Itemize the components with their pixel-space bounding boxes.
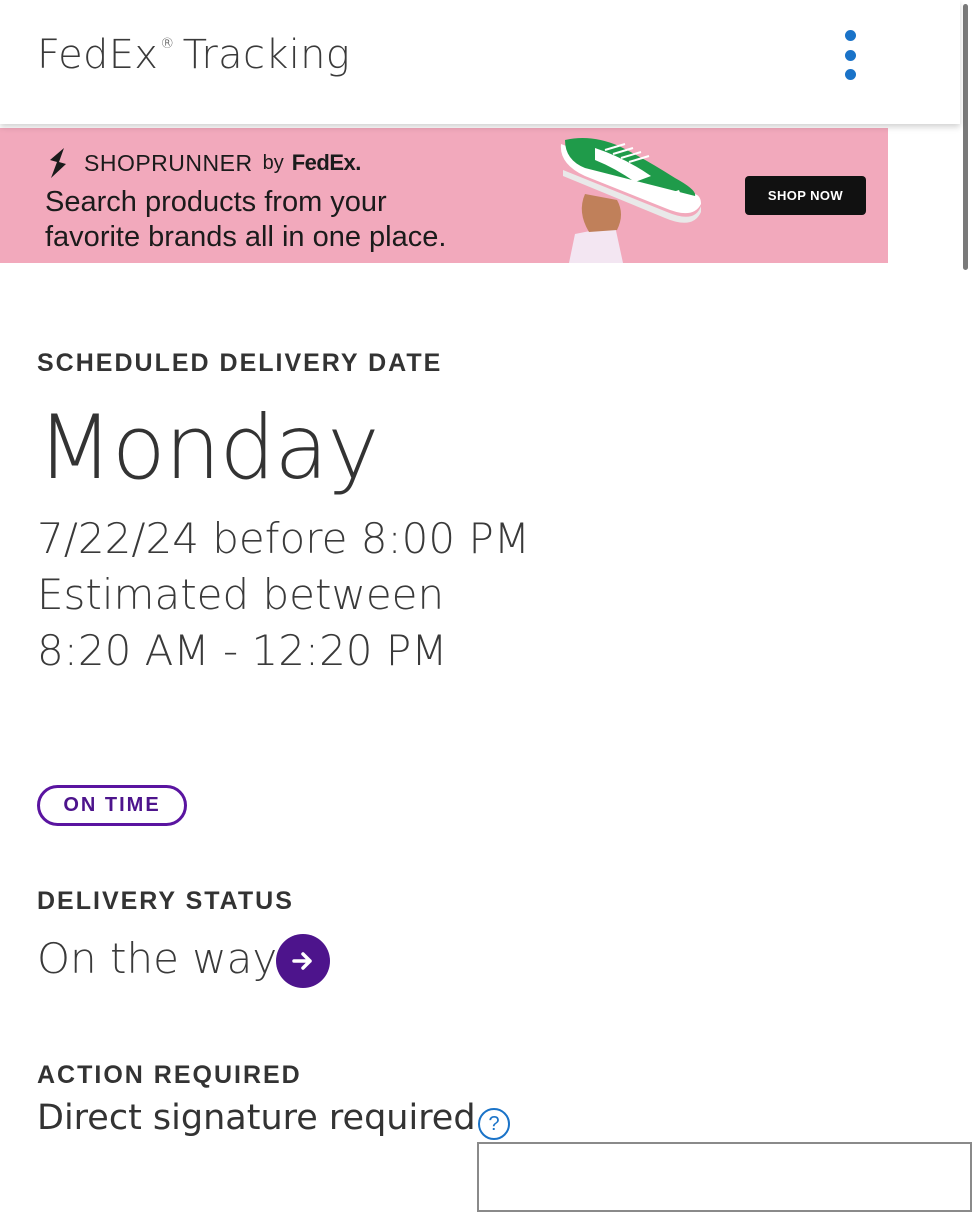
shoprunner-ad-banner[interactable]: SHOPRUNNER by FedEx. Search products fro…	[0, 128, 888, 263]
arrow-right-icon	[292, 952, 312, 970]
shoprunner-logo-icon	[50, 148, 66, 178]
delivery-status-label: DELIVERY STATUS	[37, 887, 294, 915]
banner-line-2: favorite brands all in one place.	[45, 221, 447, 253]
scrollbar-thumb[interactable]	[963, 4, 968, 270]
app-bar: FedEx ® Tracking	[0, 0, 960, 124]
menu-dot	[844, 49, 856, 61]
delivery-day: Monday	[37, 396, 379, 499]
registered-mark: ®	[160, 36, 175, 52]
scrollbar[interactable]	[960, 0, 972, 1200]
estimate-label: Estimated between	[37, 570, 445, 619]
menu-dot	[844, 30, 856, 41]
banner-partner: FedEx.	[291, 150, 362, 175]
more-vertical-icon[interactable]	[838, 30, 862, 80]
help-circle-icon[interactable]: ?	[478, 1108, 510, 1140]
app-title-suffix: Tracking	[182, 32, 351, 78]
action-required-label: ACTION REQUIRED	[37, 1061, 302, 1089]
signature-requirement: Direct signature required	[37, 1098, 476, 1138]
scheduled-delivery-label: SCHEDULED DELIVERY DATE	[37, 349, 443, 377]
menu-dot	[844, 69, 856, 80]
delivery-window: 8:20 AM - 12:20 PM	[37, 626, 448, 675]
app-title-brand: FedEx	[37, 32, 159, 78]
app-title: FedEx ® Tracking	[37, 32, 350, 78]
banner-text: Search products from your favorite brand…	[45, 185, 565, 255]
banner-line-1: Search products from your	[45, 186, 387, 218]
overlay-panel	[477, 1142, 972, 1212]
sneaker-hand-image	[560, 138, 701, 263]
banner-by: by	[262, 151, 284, 174]
delivery-status-value: On the way	[37, 934, 278, 983]
banner-brand: SHOPRUNNER by FedEx.	[44, 146, 361, 180]
delivery-date-line: 7/22/24 before 8:00 PM	[37, 514, 531, 563]
arrow-right-circle-icon[interactable]	[276, 934, 330, 988]
on-time-badge: ON TIME	[37, 785, 187, 826]
banner-brand-name: SHOPRUNNER	[84, 149, 253, 176]
shop-now-button[interactable]: SHOP NOW	[745, 176, 866, 215]
